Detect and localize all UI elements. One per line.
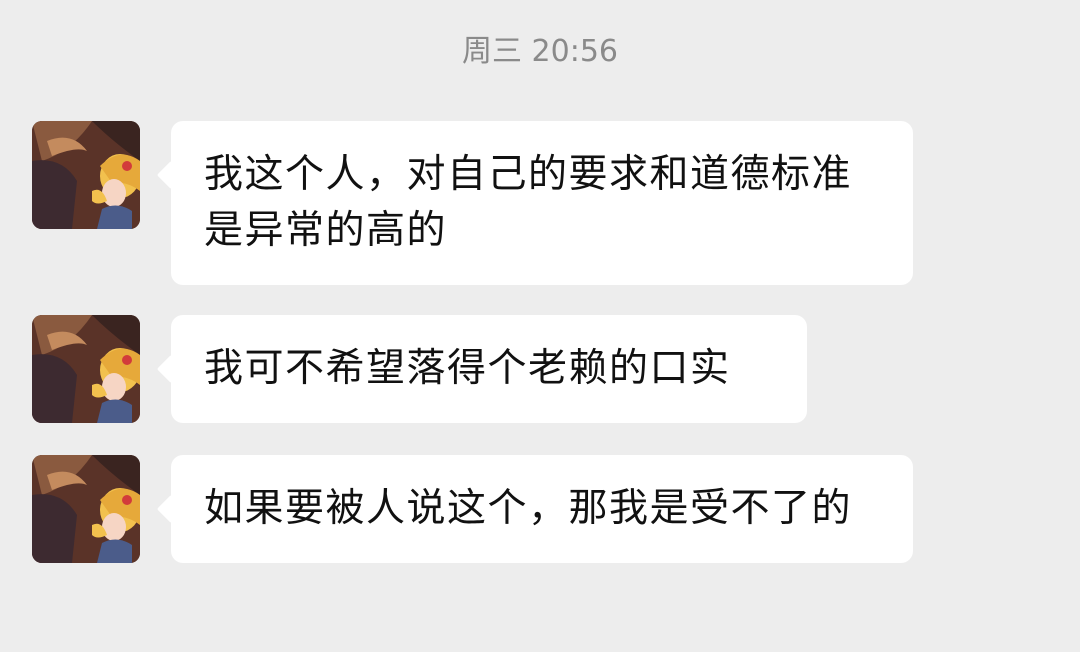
sender-avatar[interactable]	[32, 455, 140, 563]
message-text: 我这个人，对自己的要求和道德标准是异常的高的	[204, 152, 853, 253]
sender-avatar[interactable]	[32, 121, 140, 229]
message-bubble[interactable]: 如果要被人说这个，那我是受不了的	[171, 455, 913, 563]
message-bubble[interactable]: 我这个人，对自己的要求和道德标准是异常的高的	[171, 121, 913, 285]
message-text: 我可不希望落得个老赖的口实	[204, 346, 731, 391]
message-text: 如果要被人说这个，那我是受不了的	[204, 486, 853, 531]
chat-timestamp: 周三 20:56	[462, 34, 618, 69]
anime-girl-avatar-icon	[32, 121, 140, 229]
anime-girl-avatar-icon	[32, 455, 140, 563]
sender-avatar[interactable]	[32, 315, 140, 423]
message-bubble[interactable]: 我可不希望落得个老赖的口实	[171, 315, 807, 423]
anime-girl-avatar-icon	[32, 315, 140, 423]
